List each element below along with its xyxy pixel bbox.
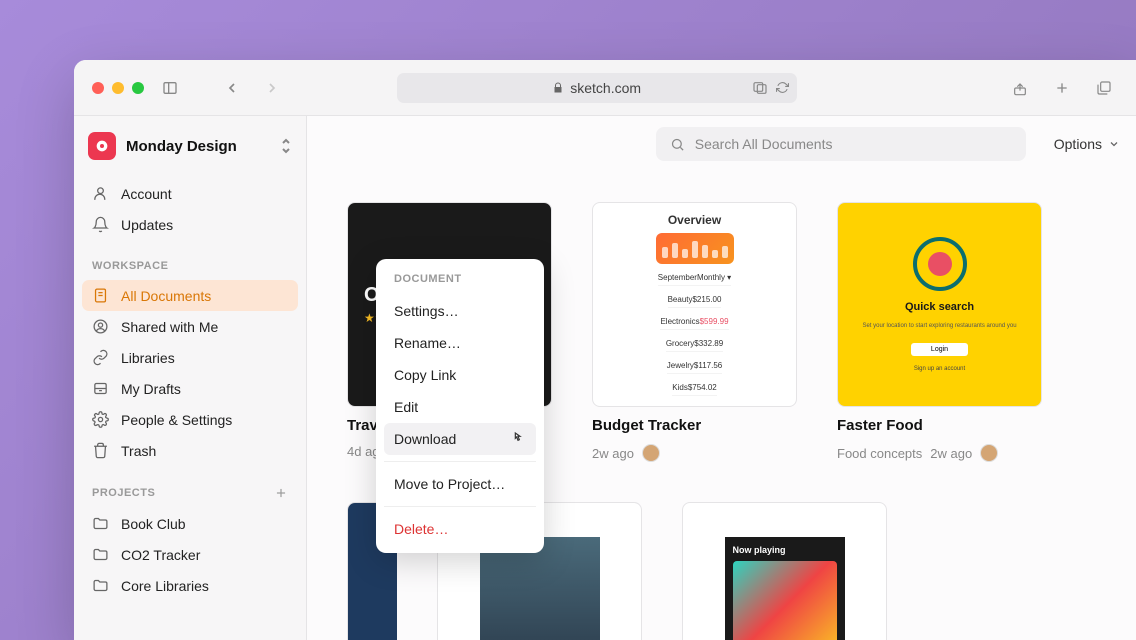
documents-icon xyxy=(92,287,109,304)
context-menu: DOCUMENT Settings… Rename… Copy Link Edi… xyxy=(376,259,544,553)
document-thumbnail: Quick search Set your location to start … xyxy=(837,202,1042,407)
context-menu-header: DOCUMENT xyxy=(384,267,536,295)
separator xyxy=(384,506,536,507)
workspace-name: Monday Design xyxy=(126,138,270,155)
sidebar-project-book-club[interactable]: Book Club xyxy=(82,508,298,539)
ctx-download[interactable]: Download xyxy=(384,423,536,455)
document-title: Budget Tracker xyxy=(592,417,797,434)
drawer-icon xyxy=(92,380,109,397)
forward-button[interactable] xyxy=(258,74,286,102)
toolbar: Search All Documents Options xyxy=(307,116,1136,172)
trash-icon xyxy=(92,442,109,459)
search-icon xyxy=(670,137,685,152)
person-circle-icon xyxy=(92,318,109,335)
sidebar-section-workspace: WORKSPACE xyxy=(82,240,298,280)
sidebar-item-label: Trash xyxy=(121,443,156,459)
cursor-icon xyxy=(510,431,526,447)
sidebar-item-label: Core Libraries xyxy=(121,578,209,594)
address-bar[interactable]: sketch.com xyxy=(397,73,797,103)
browser-chrome: sketch.com xyxy=(74,60,1136,116)
avatar xyxy=(980,444,998,462)
sidebar-item-label: Shared with Me xyxy=(121,319,218,335)
ctx-rename[interactable]: Rename… xyxy=(384,327,536,359)
ctx-delete[interactable]: Delete… xyxy=(384,513,536,545)
folder-icon xyxy=(92,546,109,563)
options-dropdown[interactable]: Options xyxy=(1054,136,1120,152)
ctx-copy-link[interactable]: Copy Link xyxy=(384,359,536,391)
traffic-lights xyxy=(92,82,144,94)
tabs-button[interactable] xyxy=(1090,74,1118,102)
maximize-window-button[interactable] xyxy=(132,82,144,94)
sidebar-item-label: My Drafts xyxy=(121,381,181,397)
sidebar-toggle-button[interactable] xyxy=(156,74,184,102)
browser-window: sketch.com Monday Design xyxy=(74,60,1136,640)
sidebar-item-updates[interactable]: Updates xyxy=(82,209,298,240)
document-card[interactable]: Overview SeptemberMonthly ▾ Beauty$215.0… xyxy=(592,202,797,462)
share-button[interactable] xyxy=(1006,74,1034,102)
chevrons-icon xyxy=(280,138,292,154)
options-label: Options xyxy=(1054,136,1102,152)
workspace-logo xyxy=(88,132,116,160)
sidebar-project-core-libraries[interactable]: Core Libraries xyxy=(82,570,298,601)
sidebar: Monday Design Account Updates WORKSPACE … xyxy=(74,116,307,640)
minimize-window-button[interactable] xyxy=(112,82,124,94)
search-placeholder: Search All Documents xyxy=(695,136,833,152)
sidebar-project-co2-tracker[interactable]: CO2 Tracker xyxy=(82,539,298,570)
document-meta: Food concepts 2w ago xyxy=(837,444,1042,462)
workspace-switcher[interactable]: Monday Design xyxy=(82,130,298,178)
ctx-move-to-project[interactable]: Move to Project… xyxy=(384,468,536,500)
url-host: sketch.com xyxy=(570,80,641,96)
document-thumbnail: Overview SeptemberMonthly ▾ Beauty$215.0… xyxy=(592,202,797,407)
document-card[interactable]: Now playing ━━━━━━━━ xyxy=(682,502,887,640)
refresh-icon[interactable] xyxy=(776,81,789,94)
link-icon xyxy=(92,349,109,366)
user-icon xyxy=(92,185,109,202)
sidebar-section-projects: PROJECTS xyxy=(82,466,298,508)
sidebar-item-label: CO2 Tracker xyxy=(121,547,200,563)
translate-icon[interactable] xyxy=(752,80,768,96)
sidebar-item-label: People & Settings xyxy=(121,412,232,428)
ctx-edit[interactable]: Edit xyxy=(384,391,536,423)
chevron-down-icon xyxy=(1108,138,1120,150)
sidebar-item-label: All Documents xyxy=(121,288,211,304)
sidebar-item-libraries[interactable]: Libraries xyxy=(82,342,298,373)
folder-icon xyxy=(92,515,109,532)
close-window-button[interactable] xyxy=(92,82,104,94)
ctx-settings[interactable]: Settings… xyxy=(384,295,536,327)
document-title: Faster Food xyxy=(837,417,1042,434)
document-thumbnail: Now playing ━━━━━━━━ xyxy=(682,502,887,640)
sidebar-item-label: Updates xyxy=(121,217,173,233)
avatar xyxy=(642,444,660,462)
sidebar-item-drafts[interactable]: My Drafts xyxy=(82,373,298,404)
sidebar-item-trash[interactable]: Trash xyxy=(82,435,298,466)
gear-icon xyxy=(92,411,109,428)
sidebar-item-all-documents[interactable]: All Documents xyxy=(82,280,298,311)
back-button[interactable] xyxy=(218,74,246,102)
lock-icon xyxy=(552,82,564,94)
add-project-icon[interactable] xyxy=(274,486,288,500)
sidebar-item-label: Account xyxy=(121,186,172,202)
bell-icon xyxy=(92,216,109,233)
sidebar-item-label: Book Club xyxy=(121,516,186,532)
folder-icon xyxy=(92,577,109,594)
document-meta: 2w ago xyxy=(592,444,797,462)
search-input[interactable]: Search All Documents xyxy=(656,127,1026,161)
sidebar-item-label: Libraries xyxy=(121,350,175,366)
separator xyxy=(384,461,536,462)
sidebar-item-people-settings[interactable]: People & Settings xyxy=(82,404,298,435)
sidebar-item-account[interactable]: Account xyxy=(82,178,298,209)
new-tab-button[interactable] xyxy=(1048,74,1076,102)
sidebar-item-shared[interactable]: Shared with Me xyxy=(82,311,298,342)
document-card[interactable]: Quick search Set your location to start … xyxy=(837,202,1042,462)
